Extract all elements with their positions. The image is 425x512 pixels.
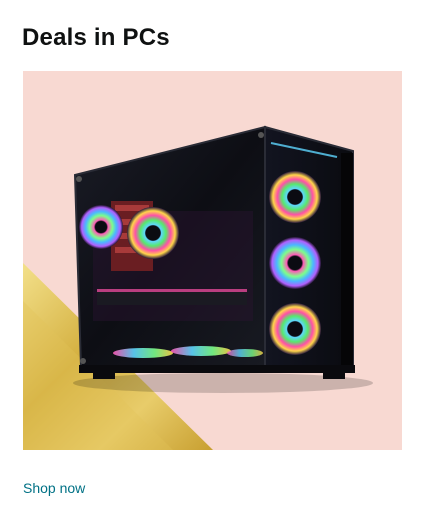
card-title: Deals in PCs xyxy=(22,24,170,51)
shop-now-link[interactable]: Shop now xyxy=(23,480,85,496)
product-image-link[interactable] xyxy=(23,71,402,450)
product-image xyxy=(23,71,402,450)
